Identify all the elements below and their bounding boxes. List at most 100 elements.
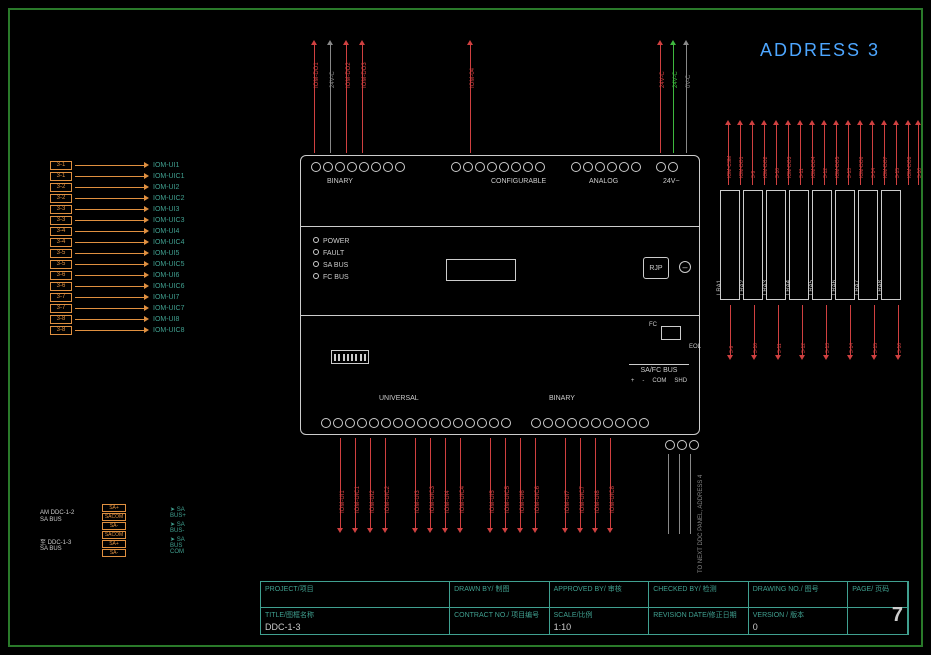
bus-out-label: ➤ SA BUS+ (170, 506, 186, 519)
terminal (333, 418, 343, 428)
bottom-wire (460, 438, 461, 528)
safc-bus-label: SA/FC BUS (629, 364, 689, 374)
wire-label: 3-11 (799, 168, 805, 178)
wire-label: 3-13 (847, 168, 853, 178)
bottom-wire (490, 438, 491, 528)
signal-row: 3-7 IOM-UIC7 (50, 303, 185, 314)
terminal (345, 418, 355, 428)
wire-label: IOM-UI5 (490, 490, 496, 513)
relay: LRA1 (720, 190, 740, 300)
wire-label: 24V-C (660, 71, 666, 88)
titleblock-cell: PROJECT/项目 (261, 582, 450, 607)
top-wire (673, 45, 674, 153)
wire-label: 24V-C (330, 71, 336, 88)
ground-destination-label: TO NEXT DDC PANEL, ADDRESS 4 (698, 475, 704, 573)
relay: LRA8 (881, 190, 901, 300)
terminal (487, 162, 497, 172)
safc-pins: +-COMSHD (629, 378, 689, 384)
safc-pin: SHD (674, 378, 687, 384)
signal-ref-box: 3-3 (50, 216, 72, 225)
terminal (347, 162, 357, 172)
wire-label: IOM-UIC4 (460, 486, 466, 513)
page-number: 7 (892, 604, 903, 627)
wire-label: IOM-DO1 (314, 62, 320, 88)
wire-label: IOM-UI7 (565, 490, 571, 513)
drawing-canvas: ADDRESS 3 3-1IOM-UI13-1IOM-UIC13-2IOM-UI… (8, 8, 923, 647)
terminal (591, 418, 601, 428)
top-wire (686, 45, 687, 153)
wire-label: 3-10 (775, 168, 781, 178)
terminal (357, 418, 367, 428)
bus-source-2-sub: SA BUS (40, 546, 62, 552)
terminal (639, 418, 649, 428)
wire-label: IOM-UI4 (445, 490, 451, 513)
sa-bus-connection: AM DDC-1-2 SA BUS SA+SACOMSA-SACOMSA+SA-… (40, 510, 74, 552)
bottom-wire (505, 438, 506, 528)
terminal (359, 162, 369, 172)
wire-label: IOM-UIC1 (355, 486, 361, 513)
signal-row: 3-3IOM-UIC3 (50, 215, 185, 226)
section-analog: ANALOG (589, 178, 618, 185)
relay: LRA2 (743, 190, 763, 300)
titleblock-cell: TITLE/图框名称DDC-1-3 (261, 608, 450, 634)
section-configurable: CONFIGURABLE (491, 178, 546, 185)
signal-wire (75, 319, 145, 320)
wire-label: 3-12 (823, 168, 829, 178)
signal-ref-box: 3-7 (50, 304, 72, 313)
bottom-wire (610, 438, 611, 528)
dip-switch (331, 350, 369, 364)
signal-name: IOM-UI1 (153, 162, 179, 169)
terminal (595, 162, 605, 172)
titleblock-cell: APPROVED BY/ 审核 (550, 582, 650, 607)
bus-terminal-box: SACOM (102, 531, 126, 539)
signal-wire (75, 220, 145, 221)
wire-label: IOM-UI8 (595, 490, 601, 513)
wire-label: 3-16 (917, 168, 923, 178)
signal-name: IOM-UIC4 (153, 239, 185, 246)
terminal (579, 418, 589, 428)
wire-label: 3-11 (777, 343, 783, 353)
signal-name: IOM-UIC8 (153, 327, 185, 334)
terminal (499, 162, 509, 172)
relay: LRA5 (812, 190, 832, 300)
bottom-wire (385, 438, 386, 528)
adjust-button: – (679, 261, 691, 273)
signal-wire (75, 264, 145, 265)
signal-row: 3-4IOM-UIC4 (50, 237, 185, 248)
bus-terminal-box: SA- (102, 522, 126, 530)
wire-label: IOM-CSM (727, 156, 733, 178)
wire-label: 3-14 (871, 168, 877, 178)
signal-ref-box: 3-2 (50, 183, 72, 192)
signal-row: 3-8IOM-UI8 (50, 314, 185, 325)
signal-name: IOM-UIC1 (153, 173, 185, 180)
signal-row: 3-5IOM-UIC5 (50, 259, 185, 270)
terminal (631, 162, 641, 172)
signal-ref-box: 3-6 (50, 282, 72, 291)
terminal (501, 418, 511, 428)
safc-pin: COM (652, 378, 666, 384)
terminal (369, 418, 379, 428)
bottom-wire (445, 438, 446, 528)
terminal (489, 418, 499, 428)
signal-wire (75, 275, 145, 276)
wire-label: IOM-DO8 (907, 157, 913, 178)
signal-row: 3-1IOM-UI1 (50, 160, 185, 171)
bottom-wire (535, 438, 536, 528)
wire-label: 3-9 (751, 171, 757, 178)
bottom-wire (370, 438, 371, 528)
signal-name: IOM-UI2 (153, 184, 179, 191)
signal-name: IOM-UIC7 (153, 305, 185, 312)
section-universal: UNIVERSAL (379, 395, 419, 402)
terminal (453, 418, 463, 428)
controller-front-panel: POWERFAULTSA BUSFC BUS RJP – (301, 226, 699, 316)
terminal (393, 418, 403, 428)
signal-wire (75, 176, 145, 177)
section-binary: BINARY (327, 178, 353, 185)
bus-terminal-box: SA+ (102, 504, 126, 512)
fc-label: FC (649, 322, 657, 328)
wire-label: IOM-DO2 (763, 157, 769, 178)
title-block: PROJECT/项目DRAWN BY/ 制图APPROVED BY/ 审核CHE… (260, 581, 909, 635)
terminal (567, 418, 577, 428)
signal-ref-box: 3-4 (50, 227, 72, 236)
wire-label: IOM-UI6 (520, 490, 526, 513)
